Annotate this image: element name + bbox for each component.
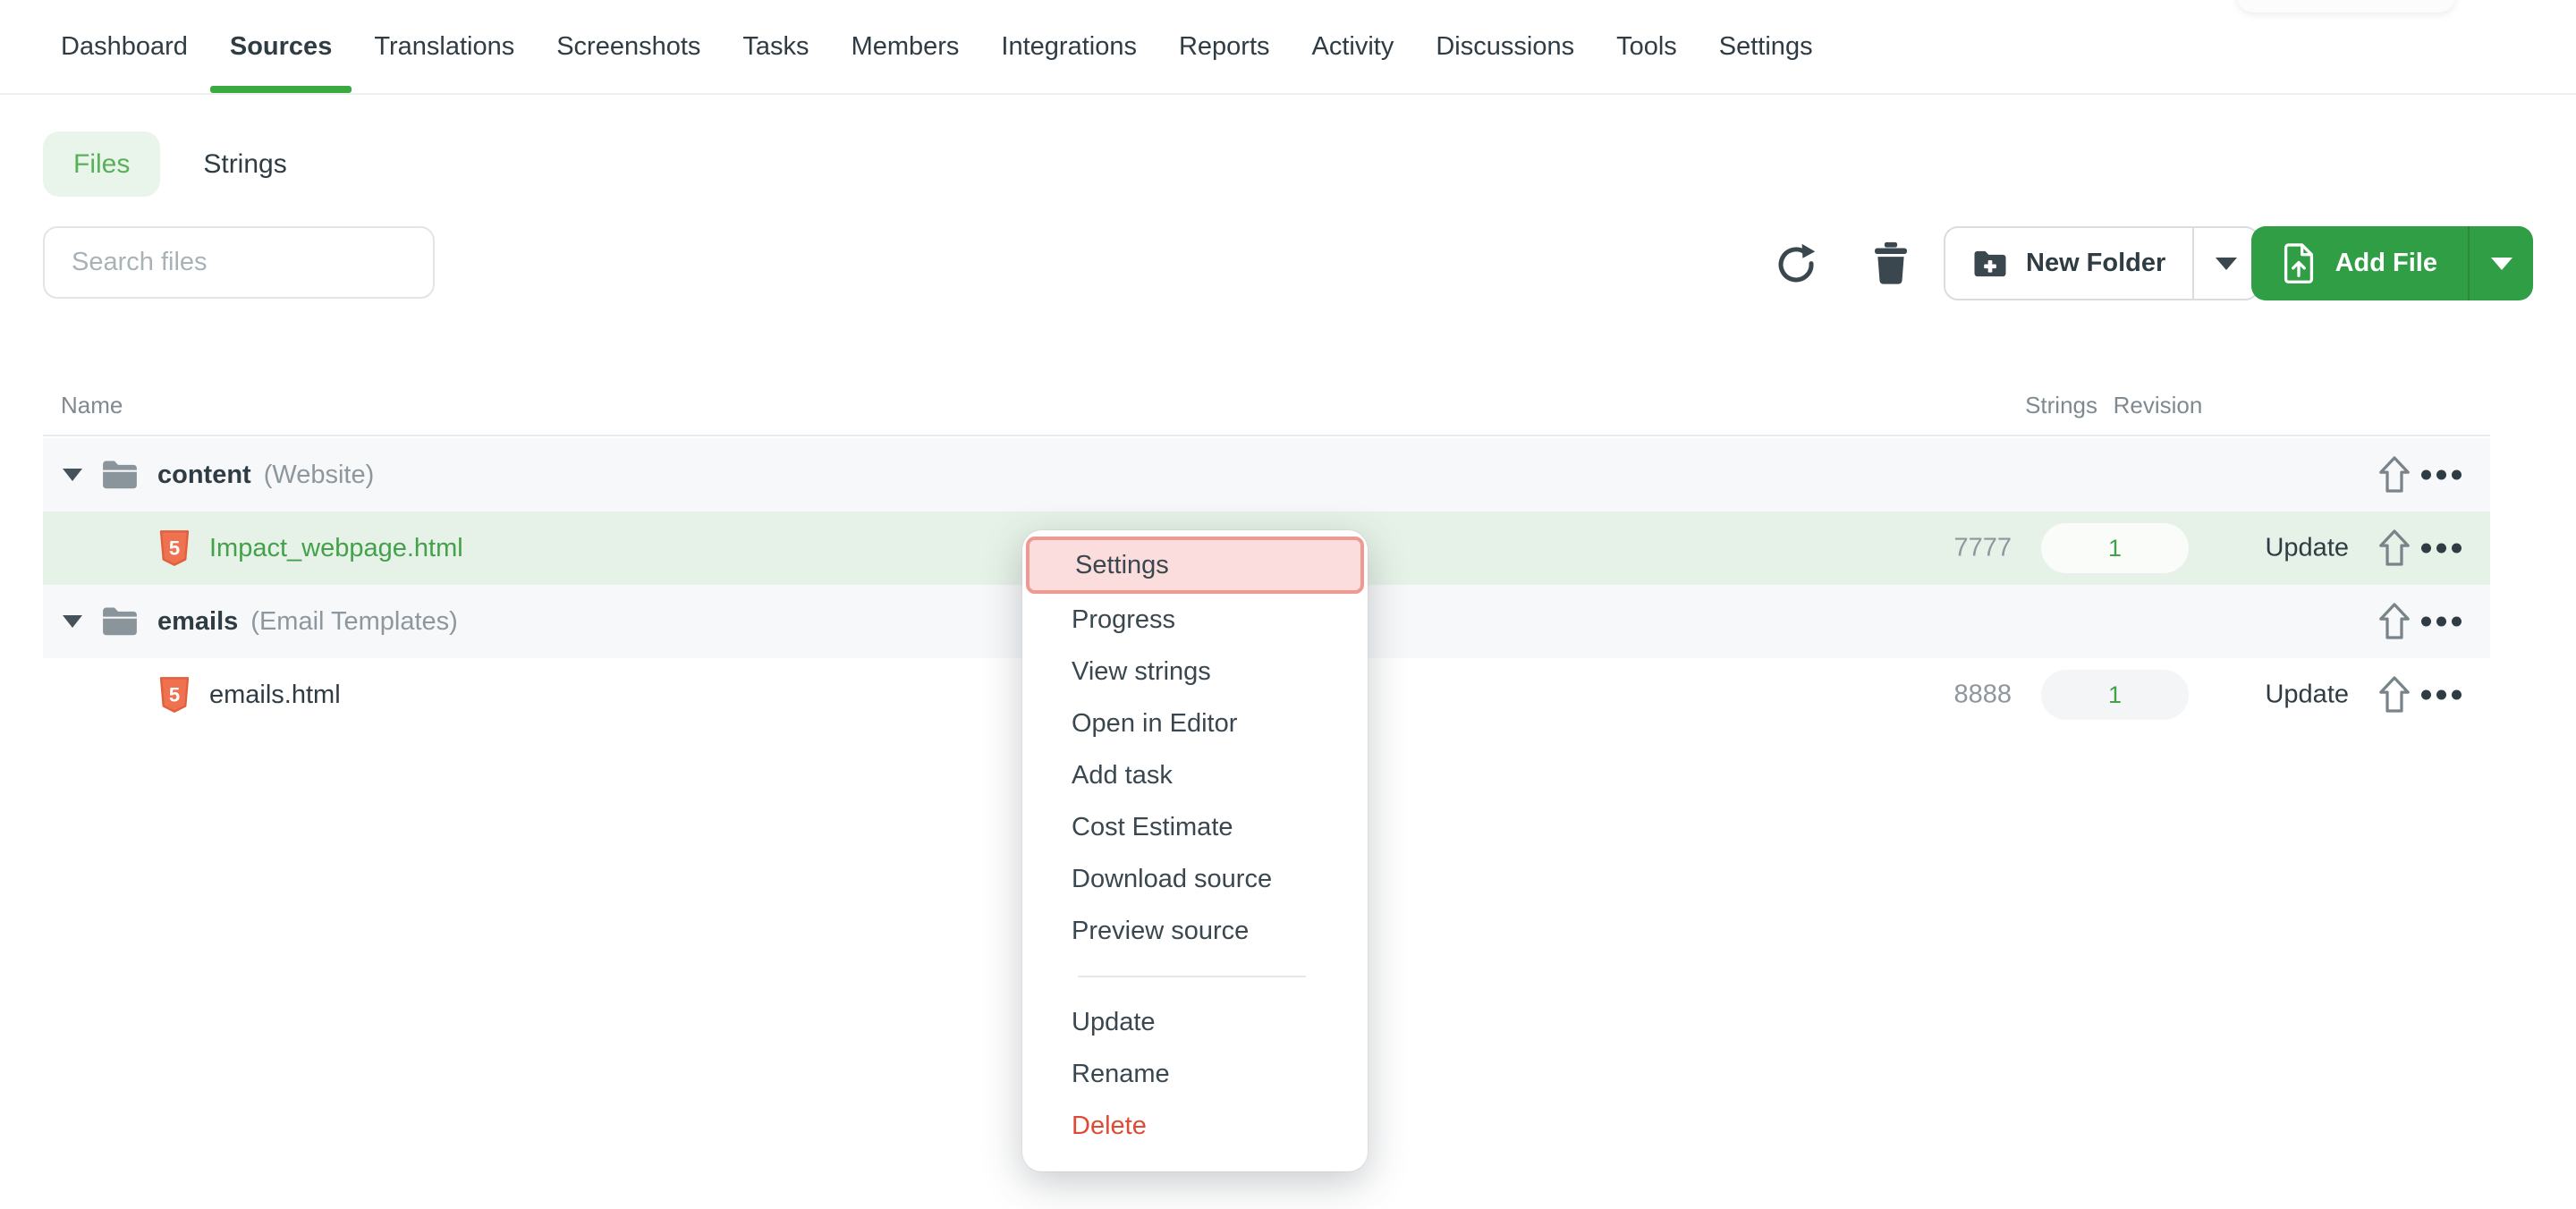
nav-item-members[interactable]: Members <box>852 0 960 93</box>
collapse-folder-icon[interactable] <box>63 469 82 481</box>
add-file-label: Add File <box>2335 249 2437 278</box>
nav-item-tools[interactable]: Tools <box>1616 0 1677 93</box>
column-header-revision: Revision <box>2084 392 2232 419</box>
upload-icon[interactable] <box>2377 455 2411 495</box>
strings-count: 8888 <box>1953 681 2012 710</box>
row-menu-button[interactable] <box>2421 690 2462 700</box>
menu-item-view-strings[interactable]: View strings <box>1022 646 1368 698</box>
upload-icon[interactable] <box>2377 528 2411 568</box>
nav-item-tasks[interactable]: Tasks <box>742 0 809 93</box>
nav-item-dashboard[interactable]: Dashboard <box>61 0 188 93</box>
refresh-icon <box>1775 241 1818 284</box>
top-nav: Dashboard Sources Translations Screensho… <box>0 0 2576 95</box>
html5-file-icon: 5 <box>159 528 190 568</box>
file-context-menu: Settings Progress View strings Open in E… <box>1022 530 1368 1171</box>
svg-text:5: 5 <box>169 537 180 559</box>
menu-item-preview-source[interactable]: Preview source <box>1022 905 1368 957</box>
menu-item-add-task[interactable]: Add task <box>1022 749 1368 801</box>
add-file-dropdown-button[interactable] <box>2470 226 2533 300</box>
menu-item-update[interactable]: Update <box>1022 996 1368 1048</box>
update-link[interactable]: Update <box>2265 534 2349 563</box>
menu-item-cost-estimate[interactable]: Cost Estimate <box>1022 801 1368 853</box>
row-menu-button[interactable] <box>2421 617 2462 627</box>
table-header: Name Strings Revision <box>43 379 2490 436</box>
folder-suffix: (Website) <box>264 461 375 490</box>
sources-page: Dashboard Sources Translations Screensho… <box>0 0 2576 1209</box>
row-menu-button[interactable] <box>2421 470 2462 480</box>
tab-strings[interactable]: Strings <box>203 149 286 180</box>
upload-icon[interactable] <box>2377 675 2411 714</box>
chevron-down-icon <box>2491 258 2512 270</box>
new-folder-dropdown-button[interactable] <box>2194 228 2258 299</box>
svg-text:5: 5 <box>169 683 180 706</box>
view-tabs: Files Strings <box>43 131 287 197</box>
row-menu-button[interactable] <box>2421 544 2462 554</box>
tab-files[interactable]: Files <box>43 131 160 197</box>
new-folder-icon <box>1972 249 2008 279</box>
add-file-icon <box>2282 242 2316 285</box>
menu-item-settings[interactable]: Settings <box>1026 537 1364 594</box>
menu-item-delete[interactable]: Delete <box>1022 1100 1368 1152</box>
folder-name[interactable]: content <box>157 461 251 490</box>
strings-count: 7777 <box>1953 534 2012 563</box>
chevron-down-icon <box>2216 258 2237 270</box>
nav-item-sources[interactable]: Sources <box>230 0 332 93</box>
nav-item-screenshots[interactable]: Screenshots <box>556 0 700 93</box>
new-folder-button[interactable]: New Folder <box>1945 228 2194 299</box>
trash-icon <box>1872 241 1910 284</box>
html5-file-icon: 5 <box>159 675 190 714</box>
file-name[interactable]: Impact_webpage.html <box>209 534 463 563</box>
menu-item-rename[interactable]: Rename <box>1022 1048 1368 1100</box>
add-file-button[interactable]: Add File <box>2251 226 2470 300</box>
menu-item-download-source[interactable]: Download source <box>1022 853 1368 905</box>
folder-icon <box>100 459 140 491</box>
new-folder-label: New Folder <box>2026 249 2165 278</box>
nav-item-translations[interactable]: Translations <box>374 0 514 93</box>
add-file-button-group: Add File <box>2251 226 2533 300</box>
nav-item-integrations[interactable]: Integrations <box>1001 0 1137 93</box>
column-header-name: Name <box>61 392 123 419</box>
search-input[interactable] <box>43 226 435 299</box>
nav-item-settings[interactable]: Settings <box>1719 0 1813 93</box>
menu-divider <box>1078 976 1306 977</box>
nav-item-discussions[interactable]: Discussions <box>1436 0 1574 93</box>
delete-selected-button[interactable] <box>1868 240 1914 286</box>
update-link[interactable]: Update <box>2265 681 2349 710</box>
menu-item-progress[interactable]: Progress <box>1022 594 1368 646</box>
upload-icon[interactable] <box>2377 602 2411 641</box>
folder-suffix: (Email Templates) <box>250 607 458 637</box>
nav-item-activity[interactable]: Activity <box>1312 0 1394 93</box>
revision-badge[interactable]: 1 <box>2041 523 2189 573</box>
collapse-folder-icon[interactable] <box>63 615 82 628</box>
new-folder-button-group: New Folder <box>1944 226 2259 300</box>
folder-name[interactable]: emails <box>157 607 238 637</box>
menu-item-open-in-editor[interactable]: Open in Editor <box>1022 698 1368 749</box>
refresh-button[interactable] <box>1773 240 1819 286</box>
folder-icon <box>100 605 140 638</box>
revision-badge[interactable]: 1 <box>2041 670 2189 720</box>
nav-item-reports[interactable]: Reports <box>1179 0 1270 93</box>
table-row-folder-content[interactable]: content (Website) <box>43 438 2490 512</box>
file-name[interactable]: emails.html <box>209 681 341 710</box>
